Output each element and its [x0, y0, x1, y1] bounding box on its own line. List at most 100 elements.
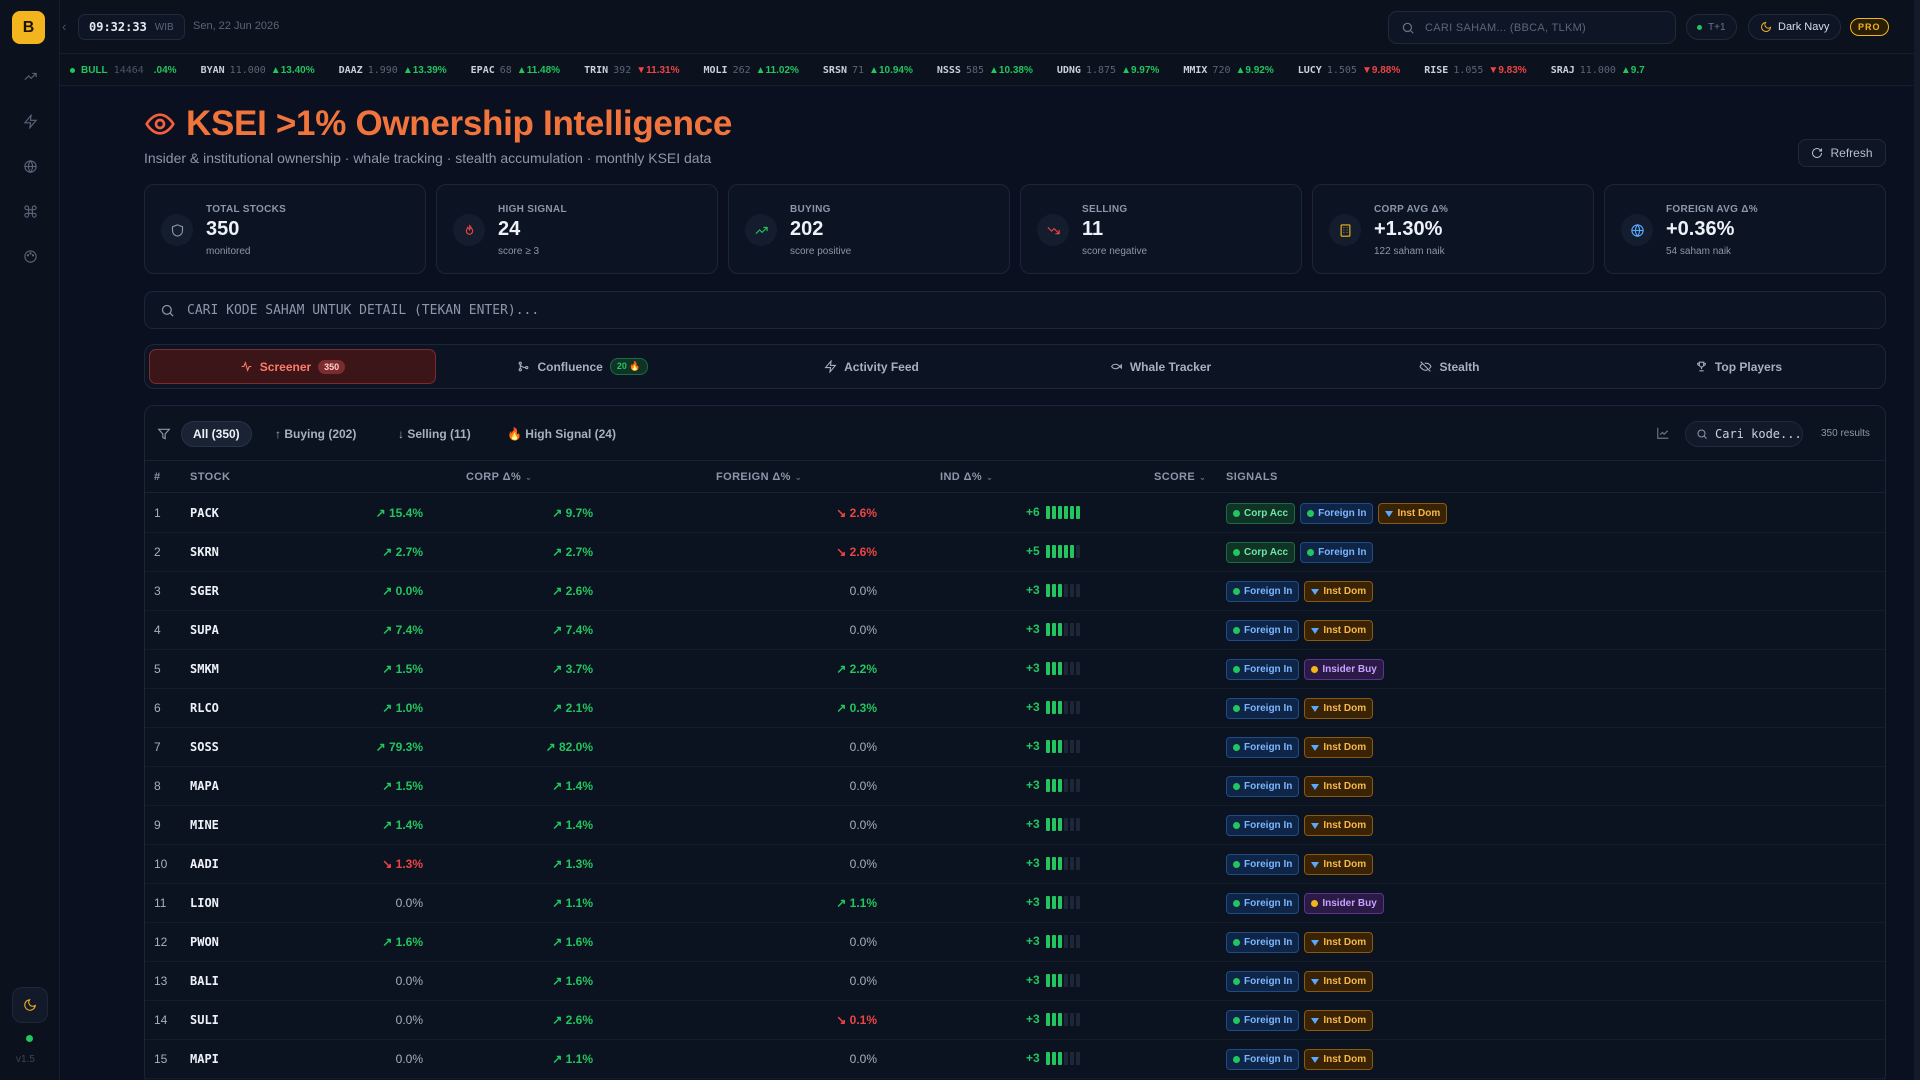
table-row[interactable]: 6 RLCO ↗ 1.0% ↗ 2.1% ↗ 0.3% +3 Foreign In Inst … [145, 689, 1885, 728]
ticker-item[interactable]: SRSN 71 ▲10.94% [823, 65, 913, 76]
signal-badge[interactable]: Inst Dom [1304, 737, 1374, 758]
signal-badge[interactable]: Foreign In [1226, 815, 1300, 836]
signal-badge[interactable]: Inst Dom [1304, 854, 1374, 875]
palette-icon[interactable] [18, 244, 42, 268]
scrollbar-track[interactable] [1914, 0, 1920, 1080]
ticker-item[interactable]: MMIX 720 ▲9.92% [1183, 65, 1273, 76]
table-row[interactable]: 8 MAPA ↗ 1.5% ↗ 1.4% 0.0% +3 Foreign In Inst Do… [145, 767, 1885, 806]
filter-buying-chip[interactable]: ↑ Buying (202) [264, 421, 367, 447]
ticker-item[interactable]: UDNG 1.875 ▲9.97% [1057, 65, 1159, 76]
table-row[interactable]: 5 SMKM ↗ 1.5% ↗ 3.7% ↗ 2.2% +3 Foreign In Insid… [145, 650, 1885, 689]
signal-badge[interactable]: Inst Dom [1304, 698, 1374, 719]
tab-activity-feed[interactable]: Activity Feed [729, 349, 1014, 384]
theme-toggle-button[interactable] [12, 987, 48, 1023]
stock-code[interactable]: SKRN [190, 545, 219, 559]
tab-confluence[interactable]: Confluence 20 🔥 [440, 349, 725, 384]
stock-code[interactable]: BALI [190, 974, 219, 988]
table-row[interactable]: 4 SUPA ↗ 7.4% ↗ 7.4% 0.0% +3 Foreign In Inst Do… [145, 611, 1885, 650]
table-row[interactable]: 14 SULI 0.0% ↗ 2.6% ↘ 0.1% +3 Foreign In Inst D… [145, 1001, 1885, 1040]
col-corp[interactable]: CORP Δ% ⌄ [466, 471, 532, 483]
signal-badge[interactable]: Foreign In [1226, 581, 1300, 602]
theme-selector[interactable]: Dark Navy [1748, 14, 1842, 40]
signal-badge[interactable]: Foreign In [1226, 932, 1300, 953]
ticker-item[interactable]: DAAZ 1.990 ▲13.39% [339, 65, 447, 76]
table-search-input[interactable]: Cari kode... [1685, 421, 1803, 447]
filter-all-chip[interactable]: All (350) [181, 421, 252, 447]
stock-code[interactable]: SMKM [190, 662, 219, 676]
command-icon[interactable] [18, 199, 42, 223]
signal-badge[interactable]: Inst Dom [1304, 932, 1374, 953]
stock-code[interactable]: MAPA [190, 779, 219, 793]
filter-icon[interactable] [157, 427, 171, 446]
table-row[interactable]: 9 MINE ↗ 1.4% ↗ 1.4% 0.0% +3 Foreign In Inst Do… [145, 806, 1885, 845]
signal-badge[interactable]: Foreign In [1226, 620, 1300, 641]
signal-badge[interactable]: Insider Buy [1304, 659, 1384, 680]
filter-high-signal-chip[interactable]: 🔥 High Signal (24) [496, 421, 627, 447]
signal-badge[interactable]: Inst Dom [1378, 503, 1448, 524]
table-row[interactable]: 3 SGER ↗ 0.0% ↗ 2.6% 0.0% +3 Foreign In Inst Do… [145, 572, 1885, 611]
signal-badge[interactable]: Inst Dom [1304, 971, 1374, 992]
signal-badge[interactable]: Foreign In [1226, 698, 1300, 719]
ticker-item[interactable]: LUCY 1.505 ▼9.88% [1298, 65, 1400, 76]
signal-badge[interactable]: Foreign In [1300, 542, 1374, 563]
signal-badge[interactable]: Foreign In [1300, 503, 1374, 524]
signal-badge[interactable]: Foreign In [1226, 893, 1300, 914]
ticker-item[interactable]: TRIN 392 ▼11.31% [584, 65, 679, 76]
stock-detail-search-input[interactable]: CARI KODE SAHAM UNTUK DETAIL (TEKAN ENTE… [144, 291, 1886, 329]
ticker-item[interactable]: MOLI 262 ▲11.02% [703, 65, 798, 76]
signal-badge[interactable]: Foreign In [1226, 854, 1300, 875]
stock-code[interactable]: PWON [190, 935, 219, 949]
signal-badge[interactable]: Inst Dom [1304, 815, 1374, 836]
tab-whale-tracker[interactable]: Whale Tracker [1018, 349, 1303, 384]
signal-badge[interactable]: Inst Dom [1304, 776, 1374, 797]
table-row[interactable]: 11 LION 0.0% ↗ 1.1% ↗ 1.1% +3 Foreign In Inside… [145, 884, 1885, 923]
table-row[interactable]: 15 MAPI 0.0% ↗ 1.1% 0.0% +3 Foreign In Inst Dom [145, 1040, 1885, 1079]
stock-code[interactable]: AADI [190, 857, 219, 871]
stock-code[interactable]: SUPA [190, 623, 219, 637]
stock-code[interactable]: RLCO [190, 701, 219, 715]
signal-badge[interactable]: Inst Dom [1304, 620, 1374, 641]
ticker-item[interactable]: NSSS 585 ▲10.38% [937, 65, 1033, 76]
table-row[interactable]: 13 BALI 0.0% ↗ 1.6% 0.0% +3 Foreign In Inst Dom [145, 962, 1885, 1001]
col-foreign[interactable]: FOREIGN Δ% ⌄ [716, 471, 802, 483]
table-row[interactable]: 1 PACK ↗ 15.4% ↗ 9.7% ↘ 2.6% +6 Corp Acc Foreig… [145, 494, 1885, 533]
signal-badge[interactable]: Foreign In [1226, 1049, 1300, 1070]
signal-badge[interactable]: Inst Dom [1304, 1010, 1374, 1031]
signal-badge[interactable]: Foreign In [1226, 659, 1300, 680]
signal-badge[interactable]: Foreign In [1226, 1010, 1300, 1031]
col-stock[interactable]: STOCK [190, 471, 230, 483]
collapse-sidebar-icon[interactable]: ‹ [62, 19, 66, 34]
stock-code[interactable]: SOSS [190, 740, 219, 754]
signal-badge[interactable]: Foreign In [1226, 971, 1300, 992]
ticker-item[interactable]: RISE 1.055 ▼9.83% [1424, 65, 1526, 76]
tab-screener[interactable]: Screener 350 [149, 349, 436, 384]
table-row[interactable]: 12 PWON ↗ 1.6% ↗ 1.6% 0.0% +3 Foreign In Inst D… [145, 923, 1885, 962]
filter-selling-chip[interactable]: ↓ Selling (11) [387, 421, 482, 447]
tab-top-players[interactable]: Top Players [1596, 349, 1881, 384]
ticker-item[interactable]: BYAN 11.000 ▲13.40% [201, 65, 315, 76]
globe-icon[interactable] [18, 154, 42, 178]
stock-code[interactable]: MINE [190, 818, 219, 832]
app-logo[interactable]: B [12, 11, 45, 44]
trend-icon[interactable] [18, 64, 42, 88]
chart-view-icon[interactable] [1656, 426, 1670, 445]
tab-stealth[interactable]: Stealth [1307, 349, 1592, 384]
stock-code[interactable]: SGER [190, 584, 219, 598]
stock-code[interactable]: MAPI [190, 1052, 219, 1066]
signal-badge[interactable]: Inst Dom [1304, 1049, 1374, 1070]
table-row[interactable]: 10 AADI ↘ 1.3% ↗ 1.3% 0.0% +3 Foreign In Inst D… [145, 845, 1885, 884]
global-search-input[interactable]: CARI SAHAM... (BBCA, TLKM) [1388, 11, 1676, 44]
stock-code[interactable]: PACK [190, 506, 219, 520]
signal-badge[interactable]: Corp Acc [1226, 542, 1296, 563]
signal-badge[interactable]: Insider Buy [1304, 893, 1384, 914]
col-ind[interactable]: IND Δ% ⌄ [940, 471, 993, 483]
stock-code[interactable]: SULI [190, 1013, 219, 1027]
table-row[interactable]: 2 SKRN ↗ 2.7% ↗ 2.7% ↘ 2.6% +5 Corp Acc Foreign… [145, 533, 1885, 572]
ticker-item[interactable]: EPAC 68 ▲11.48% [471, 65, 560, 76]
stock-code[interactable]: LION [190, 896, 219, 910]
refresh-button[interactable]: Refresh [1798, 139, 1886, 167]
signal-badge[interactable]: Foreign In [1226, 737, 1300, 758]
lightning-icon[interactable] [18, 109, 42, 133]
table-row[interactable]: 7 SOSS ↗ 79.3% ↗ 82.0% 0.0% +3 Foreign In Inst … [145, 728, 1885, 767]
signal-badge[interactable]: Foreign In [1226, 776, 1300, 797]
